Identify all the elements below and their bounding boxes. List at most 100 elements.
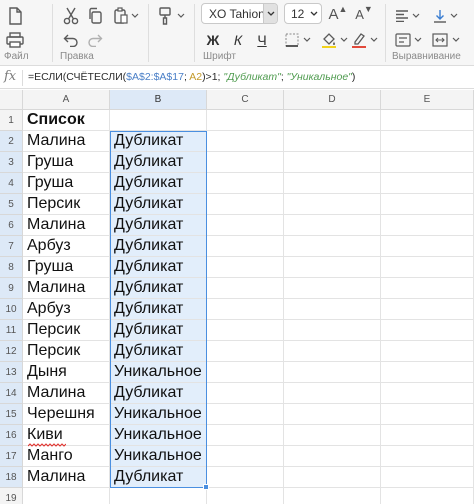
cell-b6[interactable]: Дубликат	[110, 215, 207, 236]
italic-button[interactable]: К	[228, 28, 248, 52]
cell-e18[interactable]	[381, 467, 474, 488]
row-header[interactable]: 19	[0, 488, 23, 504]
row-header[interactable]: 6	[0, 215, 23, 236]
cell-d1[interactable]	[284, 110, 381, 131]
cell-d19[interactable]	[284, 488, 381, 504]
cell-d13[interactable]	[284, 362, 381, 383]
cell-d12[interactable]	[284, 341, 381, 362]
cell-a4[interactable]: Груша	[23, 173, 110, 194]
cell-a10[interactable]: Арбуз	[23, 299, 110, 320]
column-header-b[interactable]: B	[110, 90, 207, 110]
cell-b3[interactable]: Дубликат	[110, 152, 207, 173]
cell-d18[interactable]	[284, 467, 381, 488]
cell-e7[interactable]	[381, 236, 474, 257]
font-color-chevron-icon[interactable]	[370, 36, 378, 44]
redo-button[interactable]	[84, 28, 106, 52]
new-document-button[interactable]	[4, 4, 26, 28]
cell-a5[interactable]: Персик	[23, 194, 110, 215]
row-header[interactable]: 8	[0, 257, 23, 278]
cell-d7[interactable]	[284, 236, 381, 257]
cell-c7[interactable]	[207, 236, 284, 257]
column-header-e[interactable]: E	[381, 90, 474, 110]
row-header[interactable]: 1	[0, 110, 23, 131]
cell-d11[interactable]	[284, 320, 381, 341]
column-header-a[interactable]: A	[23, 90, 110, 110]
cell-d2[interactable]	[284, 131, 381, 152]
cell-e8[interactable]	[381, 257, 474, 278]
cell-d9[interactable]	[284, 278, 381, 299]
merge-cells-button[interactable]	[430, 28, 450, 52]
cell-b7[interactable]: Дубликат	[110, 236, 207, 257]
borders-button[interactable]	[282, 28, 302, 52]
cell-a12[interactable]: Персик	[23, 341, 110, 362]
cell-e17[interactable]	[381, 446, 474, 467]
paste-options-chevron-icon[interactable]	[131, 12, 139, 20]
cell-a13[interactable]: Дыня	[23, 362, 110, 383]
cell-c16[interactable]	[207, 425, 284, 446]
cell-b1[interactable]	[110, 110, 207, 131]
cell-e9[interactable]	[381, 278, 474, 299]
cell-e15[interactable]	[381, 404, 474, 425]
print-button[interactable]	[3, 28, 27, 52]
cell-b12[interactable]: Дубликат	[110, 341, 207, 362]
cell-e4[interactable]	[381, 173, 474, 194]
column-header-d[interactable]: D	[284, 90, 381, 110]
cell-b10[interactable]: Дубликат	[110, 299, 207, 320]
cell-a11[interactable]: Персик	[23, 320, 110, 341]
row-header[interactable]: 16	[0, 425, 23, 446]
align-horizontal-chevron-icon[interactable]	[412, 12, 420, 20]
cell-b11[interactable]: Дубликат	[110, 320, 207, 341]
cell-c17[interactable]	[207, 446, 284, 467]
cell-b16[interactable]: Уникальное	[110, 425, 207, 446]
cell-c14[interactable]	[207, 383, 284, 404]
cell-e19[interactable]	[381, 488, 474, 504]
cell-b18[interactable]: Дубликат	[110, 467, 207, 488]
cell-e13[interactable]	[381, 362, 474, 383]
row-header[interactable]: 13	[0, 362, 23, 383]
function-icon[interactable]: fx	[4, 69, 16, 84]
cell-c1[interactable]	[207, 110, 284, 131]
cell-a18[interactable]: Малина	[23, 467, 110, 488]
cell-d4[interactable]	[284, 173, 381, 194]
cell-d10[interactable]	[284, 299, 381, 320]
fill-color-button[interactable]	[318, 28, 340, 52]
cell-a3[interactable]: Груша	[23, 152, 110, 173]
cell-b2[interactable]: Дубликат	[110, 131, 207, 152]
cell-b4[interactable]: Дубликат	[110, 173, 207, 194]
cell-c10[interactable]	[207, 299, 284, 320]
cell-d6[interactable]	[284, 215, 381, 236]
font-size-chevron-icon[interactable]	[310, 10, 318, 18]
cell-a14[interactable]: Малина	[23, 383, 110, 404]
cell-b17[interactable]: Уникальное	[110, 446, 207, 467]
row-header[interactable]: 14	[0, 383, 23, 404]
cell-b15[interactable]: Уникальное	[110, 404, 207, 425]
wrap-text-chevron-icon[interactable]	[414, 36, 422, 44]
cell-c12[interactable]	[207, 341, 284, 362]
cell-d8[interactable]	[284, 257, 381, 278]
increase-font-size-button[interactable]: A ▲	[327, 2, 349, 26]
cell-b8[interactable]: Дубликат	[110, 257, 207, 278]
cell-b19[interactable]	[110, 488, 207, 504]
borders-chevron-icon[interactable]	[303, 36, 311, 44]
row-header[interactable]: 12	[0, 341, 23, 362]
cell-b9[interactable]: Дубликат	[110, 278, 207, 299]
cell-c13[interactable]	[207, 362, 284, 383]
formula-input[interactable]: =ЕСЛИ(СЧЁТЕСЛИ($A$2:$A$17; A2)>1; "Дубли…	[28, 71, 355, 83]
font-size-select[interactable]: 12	[284, 3, 322, 24]
cut-button[interactable]	[60, 4, 82, 28]
cell-d17[interactable]	[284, 446, 381, 467]
cell-c11[interactable]	[207, 320, 284, 341]
cell-c4[interactable]	[207, 173, 284, 194]
formula-bar[interactable]: fx =ЕСЛИ(СЧЁТЕСЛИ($A$2:$A$17; A2)>1; "Ду…	[0, 67, 474, 89]
cell-e6[interactable]	[381, 215, 474, 236]
cell-a1[interactable]: Список	[23, 110, 110, 131]
row-header[interactable]: 4	[0, 173, 23, 194]
cell-c15[interactable]	[207, 404, 284, 425]
format-painter-button[interactable]	[154, 4, 176, 28]
wrap-text-button[interactable]	[392, 28, 414, 52]
font-family-select[interactable]: XO Tahion	[201, 3, 278, 24]
undo-button[interactable]	[60, 28, 82, 52]
cell-b14[interactable]: Дубликат	[110, 383, 207, 404]
align-left-button[interactable]	[392, 4, 412, 28]
row-header[interactable]: 2	[0, 131, 23, 152]
